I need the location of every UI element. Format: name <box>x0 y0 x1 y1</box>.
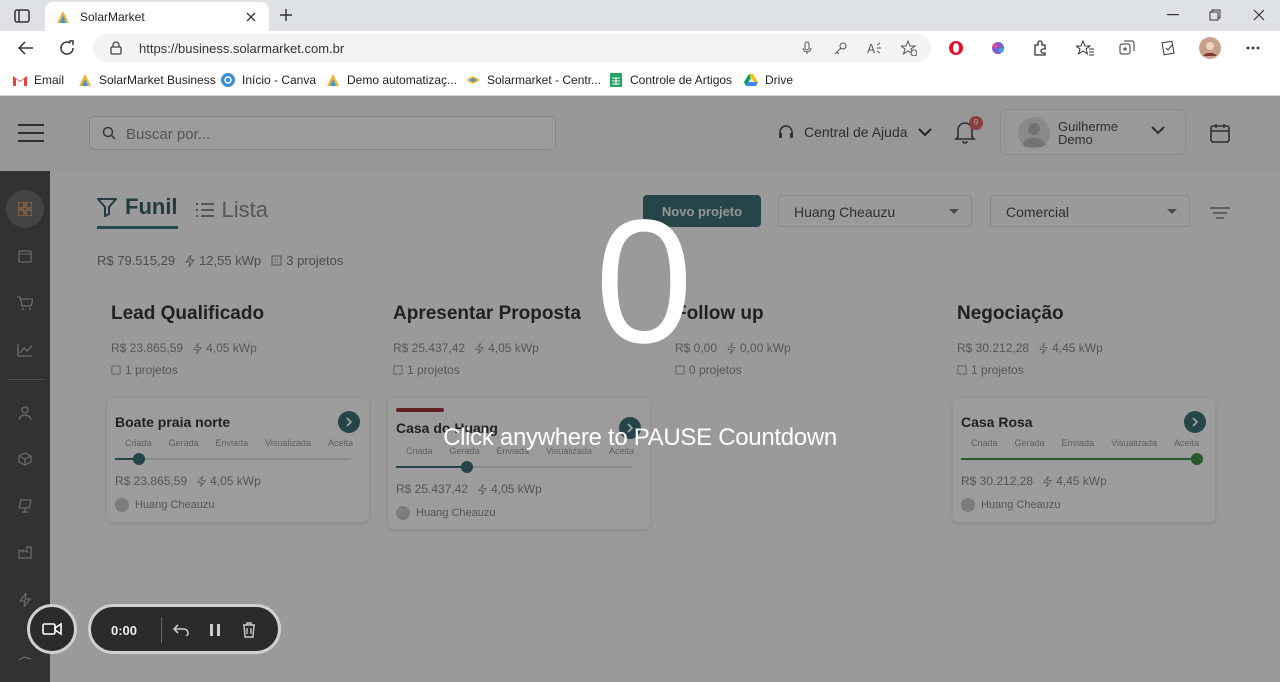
solarmarket-icon <box>78 73 92 87</box>
key-icon[interactable] <box>833 40 849 56</box>
solarmarket-icon <box>326 73 340 87</box>
sheets-icon <box>609 73 623 87</box>
video-camera-icon <box>42 622 62 636</box>
undo-icon[interactable] <box>171 620 191 640</box>
gmail-icon <box>13 73 27 87</box>
collections-icon[interactable] <box>1115 36 1139 60</box>
browser-tab-bar: SolarMarket <box>0 0 1280 31</box>
restore-icon[interactable] <box>1195 4 1235 26</box>
tab-actions-icon[interactable] <box>9 5 35 27</box>
bookmarks-bar: Email SolarMarket Business Início - Canv… <box>0 64 1280 96</box>
bookmark-solarmarket-business[interactable]: SolarMarket Business <box>78 71 216 89</box>
favorite-add-icon[interactable] <box>901 40 917 56</box>
read-aloud-icon[interactable]: A <box>867 40 883 56</box>
bookmark-drive[interactable]: Drive <box>744 71 793 89</box>
extensions-icon[interactable] <box>1028 36 1052 60</box>
close-tab-icon[interactable] <box>243 9 259 25</box>
bookmark-controle-artigos[interactable]: Controle de Artigos <box>609 71 732 89</box>
trash-icon[interactable] <box>239 620 259 640</box>
address-bar[interactable]: https://business.solarmarket.com.br A <box>93 34 931 62</box>
svg-text:A: A <box>867 42 876 54</box>
recording-controls: 0:00 <box>88 604 281 654</box>
favorites-icon[interactable] <box>1073 36 1097 60</box>
countdown-number: 0 <box>595 184 693 380</box>
more-menu-icon[interactable] <box>1241 36 1265 60</box>
camera-toggle-button[interactable] <box>27 604 77 654</box>
color-extension-icon[interactable] <box>986 36 1010 60</box>
lock-icon <box>110 41 122 55</box>
new-tab-icon[interactable] <box>276 5 296 25</box>
profile-avatar[interactable] <box>1198 36 1222 60</box>
drive-icon <box>744 73 758 87</box>
browser-toolbar: https://business.solarmarket.com.br A <box>0 31 1280 64</box>
solarmarket-icon <box>466 73 480 87</box>
canva-icon <box>221 73 235 87</box>
solarmarket-favicon-icon <box>57 10 69 23</box>
bookmark-canva[interactable]: Início - Canva <box>221 71 316 89</box>
url-text: https://business.solarmarket.com.br <box>139 41 345 56</box>
back-icon[interactable] <box>14 36 38 60</box>
recording-timer: 0:00 <box>111 623 138 638</box>
close-window-icon[interactable] <box>1239 4 1279 26</box>
performance-icon[interactable] <box>1156 36 1180 60</box>
bookmark-demo[interactable]: Demo automatizaç... <box>326 71 457 89</box>
pause-icon[interactable] <box>205 620 225 640</box>
pause-countdown-message: Click anywhere to PAUSE Countdown <box>443 424 837 451</box>
refresh-icon[interactable] <box>55 36 79 60</box>
microphone-icon[interactable] <box>799 40 815 56</box>
bookmark-solarmarket-central[interactable]: Solarmarket - Centr... <box>466 71 601 89</box>
browser-tab[interactable]: SolarMarket <box>45 2 269 31</box>
opera-extension-icon[interactable] <box>944 36 968 60</box>
bookmark-email[interactable]: Email <box>13 71 64 89</box>
tab-title: SolarMarket <box>80 9 145 24</box>
minimize-icon[interactable] <box>1153 4 1193 26</box>
